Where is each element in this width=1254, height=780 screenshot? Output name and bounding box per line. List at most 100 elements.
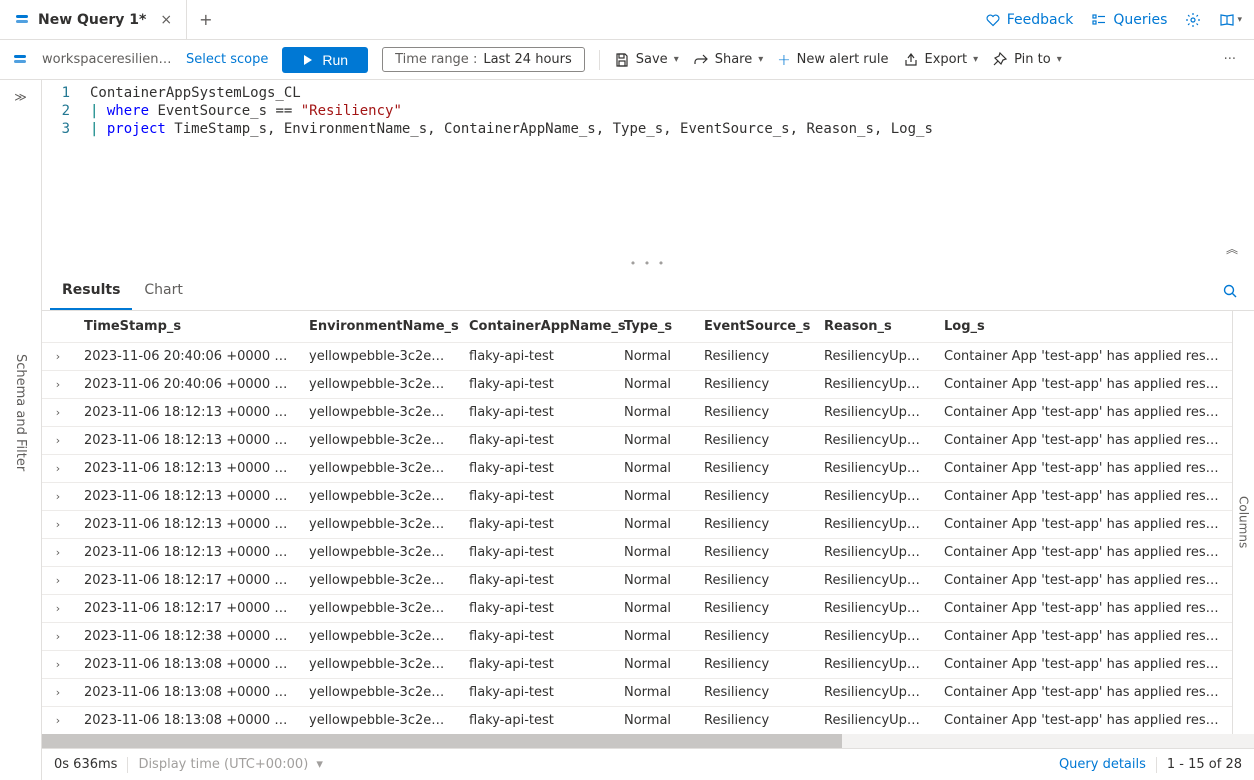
- expand-row-icon[interactable]: ›: [56, 518, 60, 531]
- save-button[interactable]: Save ▾: [614, 52, 679, 68]
- tab-results[interactable]: Results: [50, 272, 132, 310]
- code-editor[interactable]: 123 ContainerAppSystemLogs_CL | where Ev…: [42, 80, 1254, 255]
- cell-source: Resiliency: [694, 707, 814, 735]
- table-row[interactable]: ›2023-11-06 18:13:08 +0000 UTCyellowpebb…: [42, 651, 1232, 679]
- table-row[interactable]: ›2023-11-06 18:12:13 +0000 UTCyellowpebb…: [42, 399, 1232, 427]
- table-row[interactable]: ›2023-11-06 18:12:13 +0000 UTCyellowpebb…: [42, 455, 1232, 483]
- display-time[interactable]: Display time (UTC+00:00) ▾: [138, 757, 323, 772]
- new-alert-button[interactable]: + New alert rule: [777, 50, 888, 69]
- cell-type: Normal: [614, 707, 694, 735]
- col-app[interactable]: ContainerAppName_s: [459, 311, 614, 343]
- table-row[interactable]: ›2023-11-06 18:12:13 +0000 UTCyellowpebb…: [42, 427, 1232, 455]
- col-env[interactable]: EnvironmentName_s: [299, 311, 459, 343]
- expand-row-icon[interactable]: ›: [56, 490, 60, 503]
- cell-log: Container App 'test-app' has applied res…: [934, 539, 1232, 567]
- share-button[interactable]: Share ▾: [693, 52, 764, 68]
- close-icon[interactable]: ×: [160, 12, 172, 28]
- expand-row-icon[interactable]: ›: [56, 602, 60, 615]
- columns-toggle[interactable]: Columns: [1232, 311, 1254, 734]
- feedback-link[interactable]: Feedback: [985, 12, 1074, 28]
- cell-type: Normal: [614, 343, 694, 371]
- cell-reason: ResiliencyUpdate: [814, 651, 934, 679]
- table-row[interactable]: ›2023-11-06 20:40:06 +0000 UTCyellowpebb…: [42, 371, 1232, 399]
- expand-row-icon[interactable]: ›: [56, 378, 60, 391]
- collapse-editor-icon[interactable]: ︽: [1226, 240, 1238, 257]
- expand-row-icon[interactable]: ›: [56, 406, 60, 419]
- cell-type: Normal: [614, 595, 694, 623]
- new-tab-button[interactable]: +: [187, 0, 224, 39]
- pin-to-button[interactable]: Pin to ▾: [992, 52, 1062, 68]
- table-row[interactable]: ›2023-11-06 18:12:17 +0000 UTCyellowpebb…: [42, 595, 1232, 623]
- cell-reason: ResiliencyUpdate: [814, 539, 934, 567]
- search-icon[interactable]: [1214, 283, 1246, 299]
- cell-app: flaky-api-test: [459, 371, 614, 399]
- left-rail-label: Schema and Filter: [13, 354, 28, 471]
- table-row[interactable]: ›2023-11-06 18:12:13 +0000 UTCyellowpebb…: [42, 511, 1232, 539]
- tab-chart[interactable]: Chart: [132, 272, 194, 310]
- table-row[interactable]: ›2023-11-06 18:13:08 +0000 UTCyellowpebb…: [42, 707, 1232, 735]
- workspace-icon: [12, 52, 28, 68]
- col-timestamp[interactable]: TimeStamp_s: [74, 311, 299, 343]
- expand-row-icon[interactable]: ›: [56, 658, 60, 671]
- run-button[interactable]: Run: [282, 47, 368, 73]
- cell-source: Resiliency: [694, 651, 814, 679]
- cell-log: Container App 'test-app' has applied res…: [934, 483, 1232, 511]
- table-row[interactable]: ›2023-11-06 18:12:13 +0000 UTCyellowpebb…: [42, 483, 1232, 511]
- table-row[interactable]: ›2023-11-06 18:13:08 +0000 UTCyellowpebb…: [42, 679, 1232, 707]
- cell-log: Container App 'test-app' has applied res…: [934, 567, 1232, 595]
- cell-timestamp: 2023-11-06 20:40:06 +0000 UTC: [74, 371, 299, 399]
- expand-row-icon[interactable]: ›: [56, 546, 60, 559]
- table-row[interactable]: ›2023-11-06 20:40:06 +0000 UTCyellowpebb…: [42, 343, 1232, 371]
- expand-row-icon[interactable]: ›: [56, 630, 60, 643]
- splitter-handle[interactable]: • • •: [42, 255, 1254, 272]
- col-log[interactable]: Log_s: [934, 311, 1232, 343]
- select-scope-link[interactable]: Select scope: [186, 52, 268, 67]
- docs-icon[interactable]: ▾: [1219, 12, 1242, 28]
- status-bar: 0s 636ms Display time (UTC+00:00) ▾ Quer…: [42, 748, 1254, 780]
- expand-row-icon[interactable]: ›: [56, 350, 60, 363]
- cell-timestamp: 2023-11-06 18:13:08 +0000 UTC: [74, 651, 299, 679]
- col-reason[interactable]: Reason_s: [814, 311, 934, 343]
- cell-timestamp: 2023-11-06 18:12:13 +0000 UTC: [74, 511, 299, 539]
- table-row[interactable]: ›2023-11-06 18:12:38 +0000 UTCyellowpebb…: [42, 623, 1232, 651]
- cell-env: yellowpebble-3c2e9044: [299, 707, 459, 735]
- results-table-scroll[interactable]: TimeStamp_s EnvironmentName_s ContainerA…: [42, 311, 1232, 734]
- cell-reason: ResiliencyUpdate: [814, 595, 934, 623]
- table-row[interactable]: ›2023-11-06 18:12:13 +0000 UTCyellowpebb…: [42, 539, 1232, 567]
- more-actions-button[interactable]: ···: [1218, 52, 1242, 67]
- expand-row-icon[interactable]: ›: [56, 686, 60, 699]
- cell-log: Container App 'test-app' has applied res…: [934, 651, 1232, 679]
- cell-app: flaky-api-test: [459, 399, 614, 427]
- cell-timestamp: 2023-11-06 20:40:06 +0000 UTC: [74, 343, 299, 371]
- settings-icon[interactable]: [1185, 12, 1201, 28]
- expand-row-icon[interactable]: ›: [56, 434, 60, 447]
- cell-source: Resiliency: [694, 679, 814, 707]
- duration: 0s 636ms: [54, 757, 117, 772]
- expand-row-icon[interactable]: ›: [56, 714, 60, 727]
- cell-source: Resiliency: [694, 623, 814, 651]
- save-icon: [614, 52, 630, 68]
- cell-app: flaky-api-test: [459, 511, 614, 539]
- query-details-link[interactable]: Query details: [1059, 757, 1146, 772]
- query-tab[interactable]: New Query 1* ×: [0, 0, 187, 39]
- run-label: Run: [322, 52, 348, 68]
- expand-row-icon[interactable]: ›: [56, 574, 60, 587]
- cell-type: Normal: [614, 511, 694, 539]
- expand-row-icon[interactable]: ›: [56, 462, 60, 475]
- queries-link[interactable]: Queries: [1091, 12, 1167, 28]
- cell-timestamp: 2023-11-06 18:12:13 +0000 UTC: [74, 427, 299, 455]
- col-type[interactable]: Type_s: [614, 311, 694, 343]
- export-button[interactable]: Export ▾: [903, 52, 979, 68]
- share-label: Share: [715, 52, 753, 67]
- cell-log: Container App 'test-app' has applied res…: [934, 623, 1232, 651]
- scrollbar-thumb[interactable]: [42, 734, 842, 748]
- col-source[interactable]: EventSource_s: [694, 311, 814, 343]
- cell-app: flaky-api-test: [459, 595, 614, 623]
- cell-type: Normal: [614, 679, 694, 707]
- timerange-picker[interactable]: Time range : Last 24 hours: [382, 47, 585, 72]
- horizontal-scrollbar[interactable]: [42, 734, 1254, 748]
- cell-env: yellowpebble-3c2e9044: [299, 679, 459, 707]
- table-row[interactable]: ›2023-11-06 18:12:17 +0000 UTCyellowpebb…: [42, 567, 1232, 595]
- cell-timestamp: 2023-11-06 18:12:17 +0000 UTC: [74, 595, 299, 623]
- expand-left-rail-icon[interactable]: ≫: [14, 80, 27, 114]
